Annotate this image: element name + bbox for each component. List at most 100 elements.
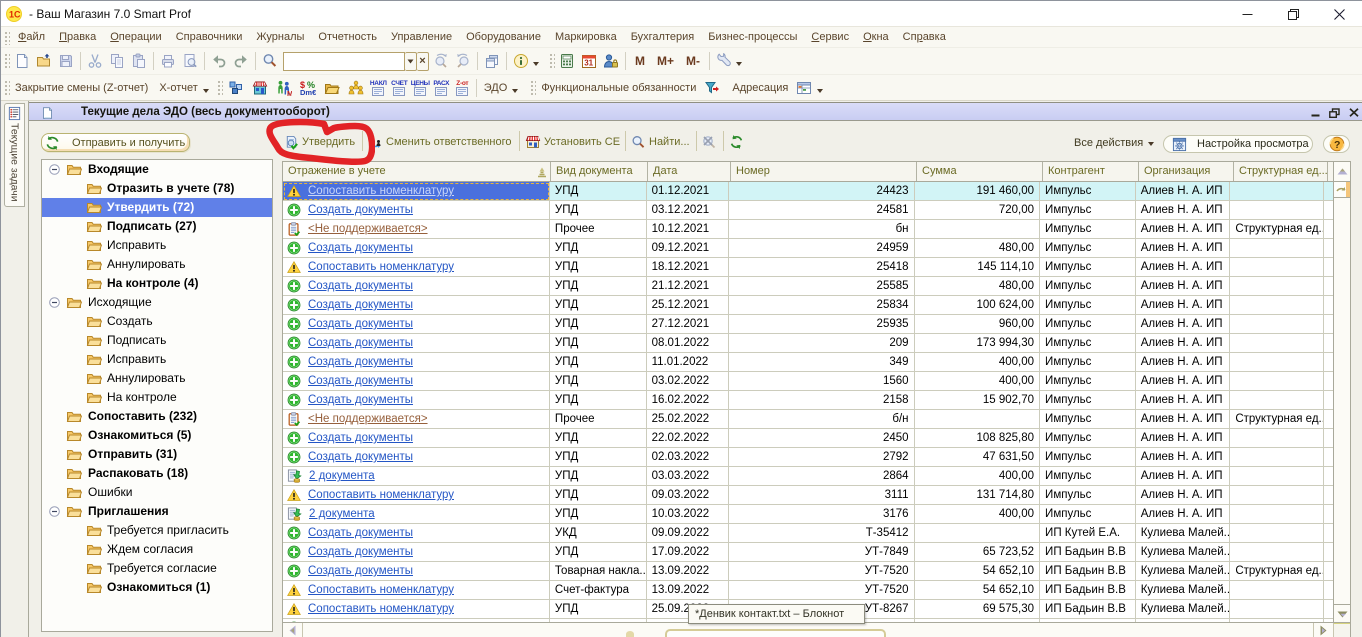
- action-link[interactable]: 2 документа: [309, 505, 375, 523]
- action-link[interactable]: Создать документы: [308, 334, 413, 352]
- report-button-накл[interactable]: НАКЛ: [368, 80, 389, 96]
- addressing-dropdown-arrow[interactable]: [817, 89, 823, 93]
- calculator-button[interactable]: [556, 50, 578, 72]
- table-row[interactable]: Создать документыТоварная накла...13.09.…: [283, 562, 1334, 581]
- table-row[interactable]: Создать документыУПД02.03.2022279247 631…: [283, 448, 1334, 467]
- table-row[interactable]: <Не поддерживается>Прочее10.12.2021бнИмп…: [283, 220, 1334, 239]
- restore-button[interactable]: [1270, 1, 1316, 27]
- child-restore-button[interactable]: [1325, 104, 1344, 121]
- tree-item[interactable]: Распаковать (18): [42, 464, 272, 483]
- action-link[interactable]: Сопоставить номенклатуру: [308, 581, 454, 599]
- menu-3[interactable]: Операции: [103, 31, 168, 43]
- tree-item[interactable]: Приглашения: [42, 502, 272, 521]
- toolbar-duties-grip[interactable]: [529, 79, 536, 97]
- tree-item[interactable]: Ошибки: [42, 483, 272, 502]
- menubar-grip[interactable]: [3, 30, 10, 45]
- toolbar-icons-grip[interactable]: [216, 79, 223, 97]
- table-row[interactable]: Сопоставить номенклатуруСчет-фактура13.0…: [283, 581, 1334, 600]
- scroll-down-button[interactable]: [1334, 604, 1350, 624]
- view-settings-button[interactable]: Настройка просмотра: [1163, 135, 1313, 153]
- column-header[interactable]: Отражение в учете: [283, 162, 551, 181]
- addressing-icon-button[interactable]: [793, 77, 815, 99]
- tree-item[interactable]: Аннулировать: [42, 255, 272, 274]
- collapse-icon[interactable]: [49, 297, 60, 308]
- scroll-up-button[interactable]: [1334, 162, 1350, 182]
- menu-9[interactable]: Маркировка: [548, 31, 624, 43]
- find-button[interactable]: [259, 50, 281, 72]
- menu-6[interactable]: Отчетность: [311, 31, 384, 43]
- undo-button[interactable]: [208, 50, 230, 72]
- contractors-button[interactable]: [345, 77, 367, 99]
- search-clear-button[interactable]: ×: [417, 52, 429, 71]
- menu-10[interactable]: Бухгалтерия: [624, 31, 702, 43]
- action-link[interactable]: Создать документы: [308, 296, 413, 314]
- tree-item[interactable]: Требуется согласие: [42, 559, 272, 578]
- current-tasks-tab[interactable]: Текущие задачи: [4, 103, 25, 207]
- find-previous-button[interactable]: [452, 50, 474, 72]
- action-link[interactable]: Создать документы: [308, 391, 413, 409]
- scroll-right-button[interactable]: [1313, 623, 1333, 637]
- table-row[interactable]: 2 документаУПД10.03.20223176400,00Импуль…: [283, 505, 1334, 524]
- table-row[interactable]: Создать документыУПД03.02.20221560400,00…: [283, 372, 1334, 391]
- action-link[interactable]: Создать документы: [308, 315, 413, 333]
- tree-item[interactable]: Отправить (31): [42, 445, 272, 464]
- menu-8[interactable]: Оборудование: [459, 31, 548, 43]
- tree-item[interactable]: Отразить в учете (78): [42, 179, 272, 198]
- paste-button[interactable]: [128, 50, 150, 72]
- cut-button[interactable]: [84, 50, 106, 72]
- action-link[interactable]: Создать документы: [308, 543, 413, 561]
- currency-button[interactable]: [297, 77, 319, 99]
- close-button[interactable]: [1316, 1, 1362, 27]
- search-dropdown-button[interactable]: [405, 52, 417, 71]
- search-input[interactable]: [283, 52, 405, 71]
- help-button[interactable]: [1323, 135, 1350, 153]
- change-responsible-button[interactable]: Сменить ответственного: [367, 130, 512, 154]
- blocks-button[interactable]: [225, 77, 247, 99]
- report-button-расх[interactable]: РАСХ: [431, 80, 452, 96]
- menu-2[interactable]: Правка: [52, 31, 103, 43]
- open-windows-button[interactable]: [481, 50, 503, 72]
- menu-11[interactable]: Бизнес-процессы: [701, 31, 804, 43]
- table-row[interactable]: Создать документыУКД09.09.2022Т-35412ИП …: [283, 524, 1334, 543]
- report-button-z-от[interactable]: Z-от: [452, 80, 473, 96]
- column-header[interactable]: Сумма: [917, 162, 1043, 181]
- child-minimize-button[interactable]: [1306, 104, 1325, 121]
- tree-item[interactable]: На контроле: [42, 388, 272, 407]
- action-link[interactable]: Создать документы: [308, 372, 413, 390]
- scroll-left-button[interactable]: [283, 623, 303, 637]
- column-header[interactable]: Вид документа: [551, 162, 648, 181]
- table-row[interactable]: Создать документыУПД25.12.202125834100 6…: [283, 296, 1334, 315]
- table-row[interactable]: Создать документыУПД08.01.2022209173 994…: [283, 334, 1334, 353]
- action-link[interactable]: 2 документа: [309, 467, 375, 485]
- redo-button[interactable]: [230, 50, 252, 72]
- tools-dropdown-arrow[interactable]: [736, 62, 742, 66]
- table-row[interactable]: Создать документыУПД27.12.202125935960,0…: [283, 315, 1334, 334]
- memory-recall-button[interactable]: М: [629, 54, 651, 68]
- action-link[interactable]: Создать документы: [308, 524, 413, 542]
- table-row[interactable]: Сопоставить номенклатуруУПД09.03.2022311…: [283, 486, 1334, 505]
- tree-item[interactable]: Создать: [42, 312, 272, 331]
- toolbar2-grip[interactable]: [3, 79, 10, 97]
- report-button-счет[interactable]: СЧЕТ: [389, 80, 410, 96]
- column-header[interactable]: Структурная ед...: [1234, 162, 1328, 181]
- action-link[interactable]: Создать документы: [308, 562, 413, 580]
- all-actions-button[interactable]: Все действия: [1074, 131, 1157, 155]
- find-in-list-button[interactable]: Найти...: [631, 130, 690, 154]
- vertical-scrollbar[interactable]: [1333, 162, 1350, 624]
- calendar-button[interactable]: [578, 50, 600, 72]
- action-link[interactable]: Создать документы: [308, 353, 413, 371]
- functional-duties-icon-button[interactable]: [701, 77, 723, 99]
- edo-button[interactable]: ЭДО: [480, 82, 512, 94]
- collapse-icon[interactable]: [49, 506, 60, 517]
- save-button[interactable]: [55, 50, 77, 72]
- menu-4[interactable]: Справочники: [169, 31, 250, 43]
- tree-item[interactable]: Исходящие: [42, 293, 272, 312]
- action-link[interactable]: Сопоставить номенклатуру: [308, 182, 454, 200]
- tree-item[interactable]: Входящие: [42, 160, 272, 179]
- addressing-button[interactable]: Адресация: [728, 82, 792, 94]
- action-link[interactable]: Сопоставить номенклатуру: [308, 258, 454, 276]
- minimize-button[interactable]: [1224, 1, 1270, 27]
- action-link[interactable]: Сопоставить номенклатуру: [308, 486, 454, 504]
- action-link[interactable]: Создать документы: [308, 448, 413, 466]
- action-link[interactable]: Сопоставить номенклатуру: [308, 600, 454, 618]
